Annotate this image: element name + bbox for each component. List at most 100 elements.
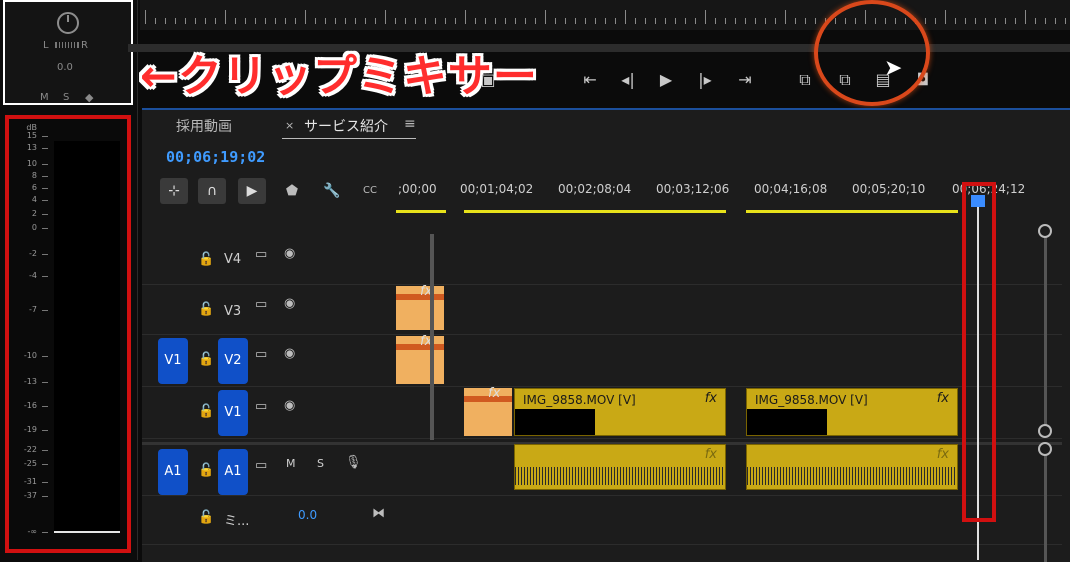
audio-waveform: [515, 467, 725, 485]
snap-icon[interactable]: ∩: [198, 178, 226, 204]
track-target-v2[interactable]: V2: [218, 338, 248, 384]
go-to-in-icon[interactable]: ⇤: [577, 68, 603, 92]
ruler-tick: [305, 10, 306, 24]
video-clip[interactable]: IMG_9858.MOV [V] fx: [746, 388, 958, 436]
track-target-a1[interactable]: A1: [218, 449, 248, 495]
ruler-tick: [635, 18, 636, 24]
ruler-tick: [755, 18, 756, 24]
go-to-out-icon[interactable]: ⇥: [732, 68, 758, 92]
mix-pan-icon[interactable]: ⧓: [372, 506, 385, 521]
sync-lock-icon[interactable]: ▭: [255, 399, 267, 414]
step-back-icon[interactable]: ◂|: [615, 68, 641, 92]
fx-badge: fx: [936, 447, 949, 462]
eye-icon[interactable]: ◉: [284, 346, 295, 361]
sync-lock-icon[interactable]: ▭: [255, 347, 267, 362]
solo-track-button[interactable]: S: [317, 457, 324, 470]
solo-button[interactable]: S: [63, 92, 69, 103]
play-icon[interactable]: ▶: [653, 68, 679, 92]
scroll-handle[interactable]: [1038, 224, 1052, 238]
fx-badge: fx: [704, 391, 717, 406]
db-scale-tick: [42, 406, 48, 407]
track-label: V3: [224, 304, 242, 319]
ruler-tick: [205, 18, 206, 24]
graphic-clip-v1[interactable]: fx: [464, 386, 512, 436]
track-target-v1[interactable]: V1: [218, 390, 248, 436]
source-patch-v1[interactable]: V1: [158, 338, 188, 384]
insert-icon[interactable]: ▣: [475, 68, 501, 92]
pan-knob[interactable]: [57, 12, 79, 34]
playhead-timecode[interactable]: 00;06;19;02: [166, 148, 265, 166]
eye-icon[interactable]: ◉: [284, 246, 295, 261]
close-tab-icon[interactable]: ×: [285, 119, 294, 132]
clip-name: IMG_9858.MOV [V]: [755, 393, 868, 407]
linked-selection-icon[interactable]: ▶: [238, 178, 266, 204]
db-scale-label: -10: [23, 351, 37, 360]
lock-icon[interactable]: 🔓: [198, 510, 214, 525]
playhead-highlight-box: [962, 182, 996, 522]
db-scale-label: 13: [26, 143, 37, 152]
source-ruler[interactable]: [140, 0, 1070, 30]
ruler-tick: [1045, 18, 1046, 24]
mouse-cursor-icon: ➤: [884, 56, 903, 81]
ruler-tick: [615, 18, 616, 24]
ruler-label: ;00;00: [398, 182, 437, 196]
ruler-tick: [995, 18, 996, 24]
captions-icon[interactable]: CC: [356, 178, 384, 204]
ruler-tick: [435, 18, 436, 24]
edit-point-marker: [430, 234, 434, 440]
video-track-scrollbar[interactable]: [1044, 230, 1047, 430]
scroll-handle[interactable]: [1038, 424, 1052, 438]
mute-track-button[interactable]: M: [286, 457, 296, 470]
scroll-handle[interactable]: [1038, 442, 1052, 456]
db-scale-tick: [42, 176, 48, 177]
eye-icon[interactable]: ◉: [284, 296, 295, 311]
graphic-clip-v2[interactable]: fx: [396, 334, 444, 384]
lock-icon[interactable]: 🔓: [198, 352, 214, 367]
lock-icon[interactable]: 🔓: [198, 302, 214, 317]
ruler-tick: [745, 18, 746, 24]
graphic-clip-v3[interactable]: fx: [396, 284, 444, 330]
db-scale-label: 0: [31, 223, 37, 232]
pan-value[interactable]: 0.0: [57, 62, 73, 73]
active-tab-underline: [282, 138, 416, 139]
ruler-tick: [295, 18, 296, 24]
db-scale-label: 6: [31, 183, 37, 192]
ruler-tick: [1015, 18, 1016, 24]
lock-icon[interactable]: 🔓: [198, 404, 214, 419]
audio-track-scrollbar[interactable]: [1044, 448, 1047, 562]
mix-volume-value[interactable]: 0.0: [298, 508, 317, 522]
mute-button[interactable]: M: [40, 92, 49, 103]
add-marker-icon[interactable]: ⬟: [278, 178, 306, 204]
sync-lock-icon[interactable]: ▭: [255, 297, 267, 312]
tab-recruit-video[interactable]: 採用動画: [176, 116, 232, 136]
video-clip[interactable]: IMG_9858.MOV [V] fx: [514, 388, 726, 436]
ruler-tick: [225, 10, 226, 24]
ruler-tick: [945, 10, 946, 24]
mixer-channel-header: L R 0.0 M S ◆: [3, 0, 133, 105]
ruler-tick: [345, 18, 346, 24]
track-v2: V1 🔓 V2 ▭ ◉: [142, 334, 1062, 387]
eye-icon[interactable]: ◉: [284, 398, 295, 413]
ruler-tick: [195, 18, 196, 24]
nest-sequence-icon[interactable]: ⊹: [160, 178, 188, 204]
panel-menu-icon[interactable]: ≡: [404, 116, 416, 132]
keyframe-icon[interactable]: ◆: [85, 91, 93, 104]
voice-over-mic-icon[interactable]: 🎙: [345, 455, 362, 470]
ruler-tick: [985, 18, 986, 24]
ruler-tick: [1005, 18, 1006, 24]
lock-icon[interactable]: 🔓: [198, 463, 214, 478]
tab-service-intro[interactable]: サービス紹介: [304, 116, 388, 136]
source-patch-a1[interactable]: A1: [158, 449, 188, 495]
audio-clip[interactable]: fx: [514, 444, 726, 490]
sync-lock-icon[interactable]: ▭: [255, 247, 267, 262]
ruler-label: 00;02;08;04: [558, 182, 632, 196]
pan-right-label: R: [81, 40, 88, 51]
timeline-settings-icon[interactable]: 🔧: [318, 178, 346, 204]
audio-clip[interactable]: fx: [746, 444, 958, 490]
lock-icon[interactable]: 🔓: [198, 252, 214, 267]
lift-icon[interactable]: ⧉: [792, 68, 818, 92]
db-scale-tick: [42, 164, 48, 165]
render-bar: [746, 210, 958, 213]
step-forward-icon[interactable]: |▸: [692, 68, 718, 92]
sync-lock-icon[interactable]: ▭: [255, 458, 267, 473]
